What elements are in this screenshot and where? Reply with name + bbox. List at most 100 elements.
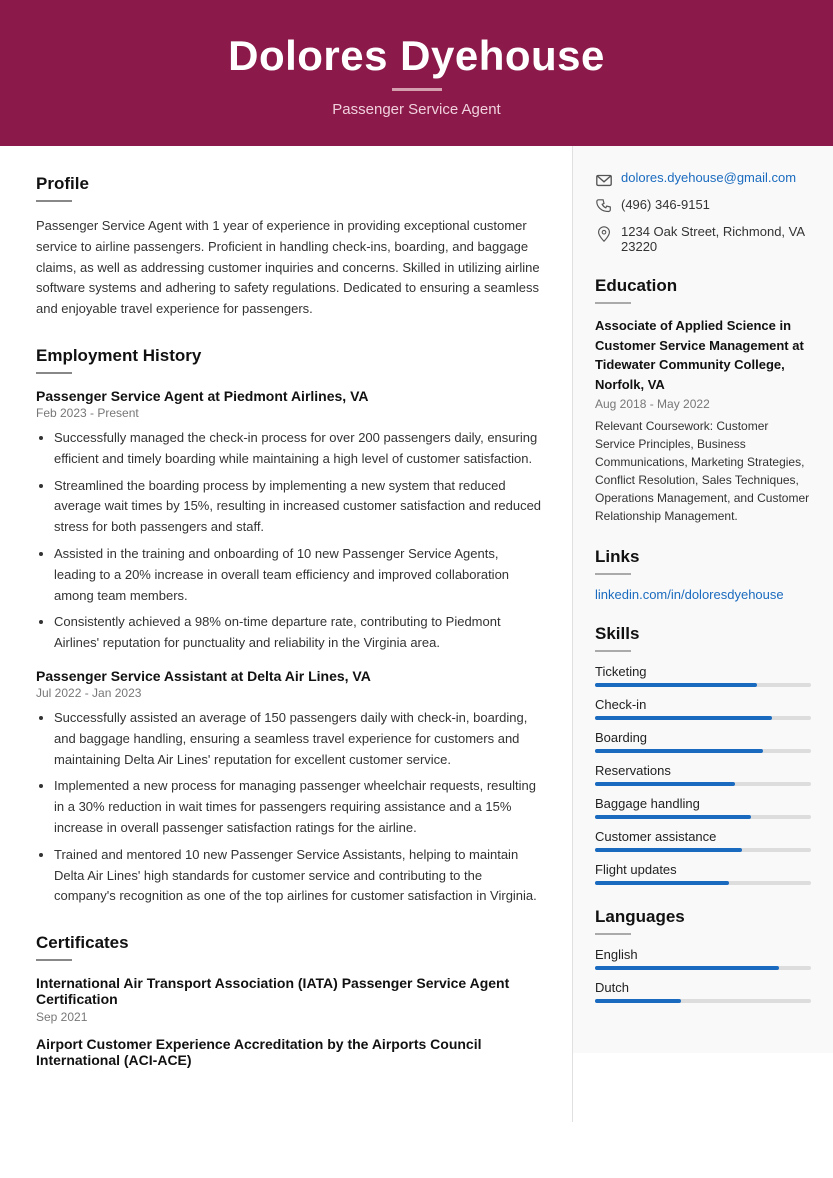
job-2-bullet-3: Trained and mentored 10 new Passenger Se… bbox=[54, 845, 542, 907]
skill-item: Ticketing bbox=[595, 664, 811, 687]
education-title: Education bbox=[595, 276, 811, 296]
candidate-name: Dolores Dyehouse bbox=[40, 32, 793, 80]
profile-divider bbox=[36, 200, 72, 202]
body-section: Profile Passenger Service Agent with 1 y… bbox=[0, 146, 833, 1122]
education-section: Education Associate of Applied Science i… bbox=[595, 276, 811, 525]
header-divider bbox=[392, 88, 442, 91]
links-title: Links bbox=[595, 547, 811, 567]
employment-divider bbox=[36, 372, 72, 374]
skill-bar-bg bbox=[595, 749, 811, 753]
job-2: Passenger Service Assistant at Delta Air… bbox=[36, 668, 542, 907]
skill-bar-fill bbox=[595, 716, 772, 720]
job-1-bullet-4: Consistently achieved a 98% on-time depa… bbox=[54, 612, 542, 654]
job-2-bullets: Successfully assisted an average of 150 … bbox=[54, 708, 542, 907]
languages-divider bbox=[595, 933, 631, 935]
skill-bar-bg bbox=[595, 716, 811, 720]
skill-bar-fill bbox=[595, 749, 763, 753]
left-column: Profile Passenger Service Agent with 1 y… bbox=[0, 146, 573, 1122]
education-divider bbox=[595, 302, 631, 304]
language-bar-bg bbox=[595, 999, 811, 1003]
skill-name: Check-in bbox=[595, 697, 811, 712]
job-2-date: Jul 2022 - Jan 2023 bbox=[36, 686, 542, 700]
skill-name: Boarding bbox=[595, 730, 811, 745]
job-1-date: Feb 2023 - Present bbox=[36, 406, 542, 420]
skill-bar-bg bbox=[595, 881, 811, 885]
language-name: English bbox=[595, 947, 811, 962]
profile-text: Passenger Service Agent with 1 year of e… bbox=[36, 216, 542, 320]
profile-section: Profile Passenger Service Agent with 1 y… bbox=[36, 174, 542, 320]
languages-list: English Dutch bbox=[595, 947, 811, 1003]
language-bar-fill bbox=[595, 966, 779, 970]
skill-bar-bg bbox=[595, 782, 811, 786]
linkedin-link[interactable]: linkedin.com/in/doloresdyehouse bbox=[595, 587, 784, 602]
edu-degree: Associate of Applied Science in Customer… bbox=[595, 316, 811, 394]
contact-email-row: dolores.dyehouse@gmail.com bbox=[595, 170, 811, 189]
certificates-title: Certificates bbox=[36, 933, 542, 953]
contact-address-row: 1234 Oak Street, Richmond, VA 23220 bbox=[595, 224, 811, 254]
email-icon bbox=[595, 171, 613, 189]
resume-container: Dolores Dyehouse Passenger Service Agent… bbox=[0, 0, 833, 1178]
job-1-bullets: Successfully managed the check-in proces… bbox=[54, 428, 542, 654]
cert-1-date: Sep 2021 bbox=[36, 1010, 542, 1024]
skill-item: Boarding bbox=[595, 730, 811, 753]
skill-name: Customer assistance bbox=[595, 829, 811, 844]
skill-bar-bg bbox=[595, 683, 811, 687]
language-item: Dutch bbox=[595, 980, 811, 1003]
edu-coursework: Relevant Coursework: Customer Service Pr… bbox=[595, 417, 811, 525]
language-bar-fill bbox=[595, 999, 681, 1003]
job-1-bullet-2: Streamlined the boarding process by impl… bbox=[54, 476, 542, 538]
languages-section: Languages English Dutch bbox=[595, 907, 811, 1003]
links-divider bbox=[595, 573, 631, 575]
skill-bar-fill bbox=[595, 815, 751, 819]
job-1: Passenger Service Agent at Piedmont Airl… bbox=[36, 388, 542, 654]
certificates-divider bbox=[36, 959, 72, 961]
address: 1234 Oak Street, Richmond, VA 23220 bbox=[621, 224, 811, 254]
certificates-section: Certificates International Air Transport… bbox=[36, 933, 542, 1068]
language-bar-bg bbox=[595, 966, 811, 970]
skills-divider bbox=[595, 650, 631, 652]
skill-bar-bg bbox=[595, 848, 811, 852]
skills-section: Skills Ticketing Check-in Boarding Reser… bbox=[595, 624, 811, 885]
cert-1: International Air Transport Association … bbox=[36, 975, 542, 1024]
right-column: dolores.dyehouse@gmail.com (496) 346-915… bbox=[573, 146, 833, 1053]
skill-bar-fill bbox=[595, 683, 757, 687]
skill-item: Flight updates bbox=[595, 862, 811, 885]
edu-date: Aug 2018 - May 2022 bbox=[595, 397, 811, 411]
skill-bar-fill bbox=[595, 881, 729, 885]
job-2-bullet-1: Successfully assisted an average of 150 … bbox=[54, 708, 542, 770]
language-name: Dutch bbox=[595, 980, 811, 995]
header-section: Dolores Dyehouse Passenger Service Agent bbox=[0, 0, 833, 146]
phone-number: (496) 346-9151 bbox=[621, 197, 710, 212]
contact-section: dolores.dyehouse@gmail.com (496) 346-915… bbox=[595, 170, 811, 254]
cert-1-title: International Air Transport Association … bbox=[36, 975, 542, 1007]
cert-2-title: Airport Customer Experience Accreditatio… bbox=[36, 1036, 542, 1068]
location-icon bbox=[595, 225, 613, 243]
skill-name: Reservations bbox=[595, 763, 811, 778]
email-address[interactable]: dolores.dyehouse@gmail.com bbox=[621, 170, 796, 185]
cert-2: Airport Customer Experience Accreditatio… bbox=[36, 1036, 542, 1068]
languages-title: Languages bbox=[595, 907, 811, 927]
job-2-title: Passenger Service Assistant at Delta Air… bbox=[36, 668, 542, 684]
skill-item: Reservations bbox=[595, 763, 811, 786]
job-1-bullet-3: Assisted in the training and onboarding … bbox=[54, 544, 542, 606]
language-item: English bbox=[595, 947, 811, 970]
skill-name: Ticketing bbox=[595, 664, 811, 679]
skill-bar-bg bbox=[595, 815, 811, 819]
phone-icon bbox=[595, 198, 613, 216]
skill-item: Baggage handling bbox=[595, 796, 811, 819]
skill-bar-fill bbox=[595, 782, 735, 786]
contact-phone-row: (496) 346-9151 bbox=[595, 197, 811, 216]
skill-bar-fill bbox=[595, 848, 742, 852]
job-1-title: Passenger Service Agent at Piedmont Airl… bbox=[36, 388, 542, 404]
skill-item: Check-in bbox=[595, 697, 811, 720]
skills-title: Skills bbox=[595, 624, 811, 644]
skills-list: Ticketing Check-in Boarding Reservations… bbox=[595, 664, 811, 885]
employment-title: Employment History bbox=[36, 346, 542, 366]
profile-title: Profile bbox=[36, 174, 542, 194]
job-2-bullet-2: Implemented a new process for managing p… bbox=[54, 776, 542, 838]
skill-name: Baggage handling bbox=[595, 796, 811, 811]
links-section: Links linkedin.com/in/doloresdyehouse bbox=[595, 547, 811, 602]
job-1-bullet-1: Successfully managed the check-in proces… bbox=[54, 428, 542, 470]
employment-section: Employment History Passenger Service Age… bbox=[36, 346, 542, 907]
candidate-title: Passenger Service Agent bbox=[40, 101, 793, 118]
